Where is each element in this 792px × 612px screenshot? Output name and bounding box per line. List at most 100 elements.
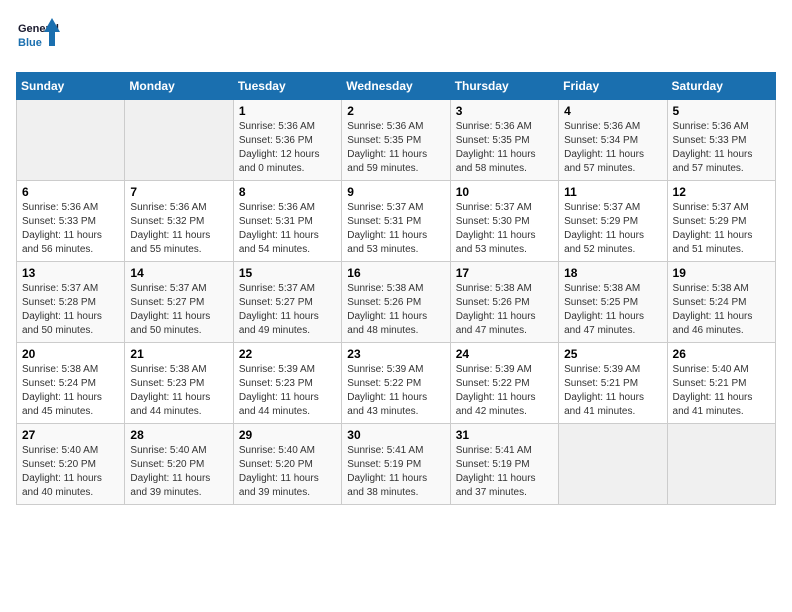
- calendar-header-row: SundayMondayTuesdayWednesdayThursdayFrid…: [17, 73, 776, 100]
- day-info: Sunrise: 5:37 AMSunset: 5:28 PMDaylight:…: [22, 282, 119, 338]
- day-info: Sunrise: 5:36 AMSunset: 5:35 PMDaylight:…: [347, 120, 444, 176]
- calendar-cell: 21 Sunrise: 5:38 AMSunset: 5:23 PMDayligh…: [125, 343, 233, 424]
- day-number: 29: [239, 428, 336, 442]
- day-number: 5: [673, 104, 770, 118]
- weekday-header: Tuesday: [233, 73, 341, 100]
- calendar-week-row: 6Sunrise: 5:36 AMSunset: 5:33 PMDaylight…: [17, 181, 776, 262]
- day-number: 4: [564, 104, 661, 118]
- calendar-cell: 1 Sunrise: 5:36 AMSunset: 5:36 PMDaylight…: [233, 100, 341, 181]
- day-info: Sunrise: 5:37 AMSunset: 5:27 PMDaylight:…: [239, 282, 336, 338]
- day-info: Sunrise: 5:36 AMSunset: 5:31 PMDaylight:…: [239, 201, 336, 257]
- day-number: 16: [347, 266, 444, 280]
- day-number: 2: [347, 104, 444, 118]
- calendar-cell: [17, 100, 125, 181]
- day-number: 27: [22, 428, 119, 442]
- calendar-table: SundayMondayTuesdayWednesdayThursdayFrid…: [16, 72, 776, 505]
- day-number: 22: [239, 347, 336, 361]
- day-info: Sunrise: 5:40 AMSunset: 5:20 PMDaylight:…: [239, 444, 336, 500]
- calendar-cell: 28 Sunrise: 5:40 AMSunset: 5:20 PMDayligh…: [125, 424, 233, 505]
- weekday-header: Thursday: [450, 73, 558, 100]
- calendar-week-row: 20Sunrise: 5:38 AMSunset: 5:24 PMDayligh…: [17, 343, 776, 424]
- day-info: Sunrise: 5:36 AMSunset: 5:34 PMDaylight:…: [564, 120, 661, 176]
- day-info: Sunrise: 5:36 AMSunset: 5:33 PMDaylight:…: [22, 201, 119, 257]
- weekday-header: Wednesday: [342, 73, 450, 100]
- calendar-cell: 16 Sunrise: 5:38 AMSunset: 5:26 PMDayligh…: [342, 262, 450, 343]
- logo-icon: General Blue: [16, 16, 60, 60]
- svg-text:Blue: Blue: [18, 37, 42, 49]
- calendar-cell: [125, 100, 233, 181]
- calendar-cell: 13 Sunrise: 5:37 AMSunset: 5:28 PMDayligh…: [17, 262, 125, 343]
- day-number: 13: [22, 266, 119, 280]
- calendar-cell: 9Sunrise: 5:37 AMSunset: 5:31 PMDaylight…: [342, 181, 450, 262]
- day-info: Sunrise: 5:37 AMSunset: 5:29 PMDaylight:…: [564, 201, 661, 257]
- day-info: Sunrise: 5:37 AMSunset: 5:30 PMDaylight:…: [456, 201, 553, 257]
- calendar-cell: [559, 424, 667, 505]
- day-number: 3: [456, 104, 553, 118]
- day-number: 26: [673, 347, 770, 361]
- day-number: 11: [564, 185, 661, 199]
- day-info: Sunrise: 5:40 AMSunset: 5:21 PMDaylight:…: [673, 363, 770, 419]
- calendar-cell: 19 Sunrise: 5:38 AMSunset: 5:24 PMDayligh…: [667, 262, 775, 343]
- day-info: Sunrise: 5:38 AMSunset: 5:23 PMDaylight:…: [130, 363, 227, 419]
- calendar-cell: 10 Sunrise: 5:37 AMSunset: 5:30 PMDayligh…: [450, 181, 558, 262]
- calendar-cell: 25 Sunrise: 5:39 AMSunset: 5:21 PMDayligh…: [559, 343, 667, 424]
- calendar-week-row: 27 Sunrise: 5:40 AMSunset: 5:20 PMDayligh…: [17, 424, 776, 505]
- day-info: Sunrise: 5:37 AMSunset: 5:29 PMDaylight:…: [673, 201, 770, 257]
- day-info: Sunrise: 5:38 AMSunset: 5:24 PMDaylight:…: [673, 282, 770, 338]
- day-info: Sunrise: 5:40 AMSunset: 5:20 PMDaylight:…: [22, 444, 119, 500]
- day-number: 23: [347, 347, 444, 361]
- day-info: Sunrise: 5:41 AMSunset: 5:19 PMDaylight:…: [456, 444, 553, 500]
- day-info: Sunrise: 5:36 AMSunset: 5:33 PMDaylight:…: [673, 120, 770, 176]
- day-number: 28: [130, 428, 227, 442]
- day-number: 7: [130, 185, 227, 199]
- day-info: Sunrise: 5:38 AMSunset: 5:24 PMDaylight:…: [22, 363, 119, 419]
- day-info: Sunrise: 5:39 AMSunset: 5:21 PMDaylight:…: [564, 363, 661, 419]
- weekday-header: Friday: [559, 73, 667, 100]
- day-number: 15: [239, 266, 336, 280]
- day-number: 12: [673, 185, 770, 199]
- day-info: Sunrise: 5:37 AMSunset: 5:27 PMDaylight:…: [130, 282, 227, 338]
- day-info: Sunrise: 5:36 AMSunset: 5:36 PMDaylight:…: [239, 120, 336, 176]
- calendar-week-row: 1 Sunrise: 5:36 AMSunset: 5:36 PMDaylight…: [17, 100, 776, 181]
- calendar-cell: 17 Sunrise: 5:38 AMSunset: 5:26 PMDayligh…: [450, 262, 558, 343]
- day-number: 21: [130, 347, 227, 361]
- calendar-cell: 27 Sunrise: 5:40 AMSunset: 5:20 PMDayligh…: [17, 424, 125, 505]
- day-info: Sunrise: 5:38 AMSunset: 5:25 PMDaylight:…: [564, 282, 661, 338]
- day-number: 19: [673, 266, 770, 280]
- calendar-cell: 4 Sunrise: 5:36 AMSunset: 5:34 PMDaylight…: [559, 100, 667, 181]
- calendar-cell: 20Sunrise: 5:38 AMSunset: 5:24 PMDayligh…: [17, 343, 125, 424]
- calendar-cell: 7Sunrise: 5:36 AMSunset: 5:32 PMDaylight…: [125, 181, 233, 262]
- day-number: 17: [456, 266, 553, 280]
- calendar-cell: [667, 424, 775, 505]
- calendar-cell: 18 Sunrise: 5:38 AMSunset: 5:25 PMDayligh…: [559, 262, 667, 343]
- calendar-cell: 15 Sunrise: 5:37 AMSunset: 5:27 PMDayligh…: [233, 262, 341, 343]
- calendar-cell: 30Sunrise: 5:41 AMSunset: 5:19 PMDayligh…: [342, 424, 450, 505]
- calendar-cell: 6Sunrise: 5:36 AMSunset: 5:33 PMDaylight…: [17, 181, 125, 262]
- calendar-cell: 3 Sunrise: 5:36 AMSunset: 5:35 PMDaylight…: [450, 100, 558, 181]
- day-number: 10: [456, 185, 553, 199]
- weekday-header: Sunday: [17, 73, 125, 100]
- calendar-cell: 31Sunrise: 5:41 AMSunset: 5:19 PMDayligh…: [450, 424, 558, 505]
- day-number: 24: [456, 347, 553, 361]
- weekday-header: Monday: [125, 73, 233, 100]
- day-number: 18: [564, 266, 661, 280]
- calendar-cell: 26 Sunrise: 5:40 AMSunset: 5:21 PMDayligh…: [667, 343, 775, 424]
- calendar-cell: 5 Sunrise: 5:36 AMSunset: 5:33 PMDaylight…: [667, 100, 775, 181]
- calendar-cell: 14 Sunrise: 5:37 AMSunset: 5:27 PMDayligh…: [125, 262, 233, 343]
- day-info: Sunrise: 5:37 AMSunset: 5:31 PMDaylight:…: [347, 201, 444, 257]
- day-number: 1: [239, 104, 336, 118]
- calendar-cell: 2 Sunrise: 5:36 AMSunset: 5:35 PMDaylight…: [342, 100, 450, 181]
- day-info: Sunrise: 5:39 AMSunset: 5:22 PMDaylight:…: [456, 363, 553, 419]
- page-header: General Blue: [16, 16, 776, 60]
- day-info: Sunrise: 5:38 AMSunset: 5:26 PMDaylight:…: [347, 282, 444, 338]
- weekday-header: Saturday: [667, 73, 775, 100]
- day-info: Sunrise: 5:38 AMSunset: 5:26 PMDaylight:…: [456, 282, 553, 338]
- day-info: Sunrise: 5:36 AMSunset: 5:35 PMDaylight:…: [456, 120, 553, 176]
- calendar-cell: 11 Sunrise: 5:37 AMSunset: 5:29 PMDayligh…: [559, 181, 667, 262]
- calendar-cell: 29 Sunrise: 5:40 AMSunset: 5:20 PMDayligh…: [233, 424, 341, 505]
- day-number: 14: [130, 266, 227, 280]
- day-number: 25: [564, 347, 661, 361]
- calendar-cell: 23Sunrise: 5:39 AMSunset: 5:22 PMDayligh…: [342, 343, 450, 424]
- calendar-cell: 8Sunrise: 5:36 AMSunset: 5:31 PMDaylight…: [233, 181, 341, 262]
- day-info: Sunrise: 5:40 AMSunset: 5:20 PMDaylight:…: [130, 444, 227, 500]
